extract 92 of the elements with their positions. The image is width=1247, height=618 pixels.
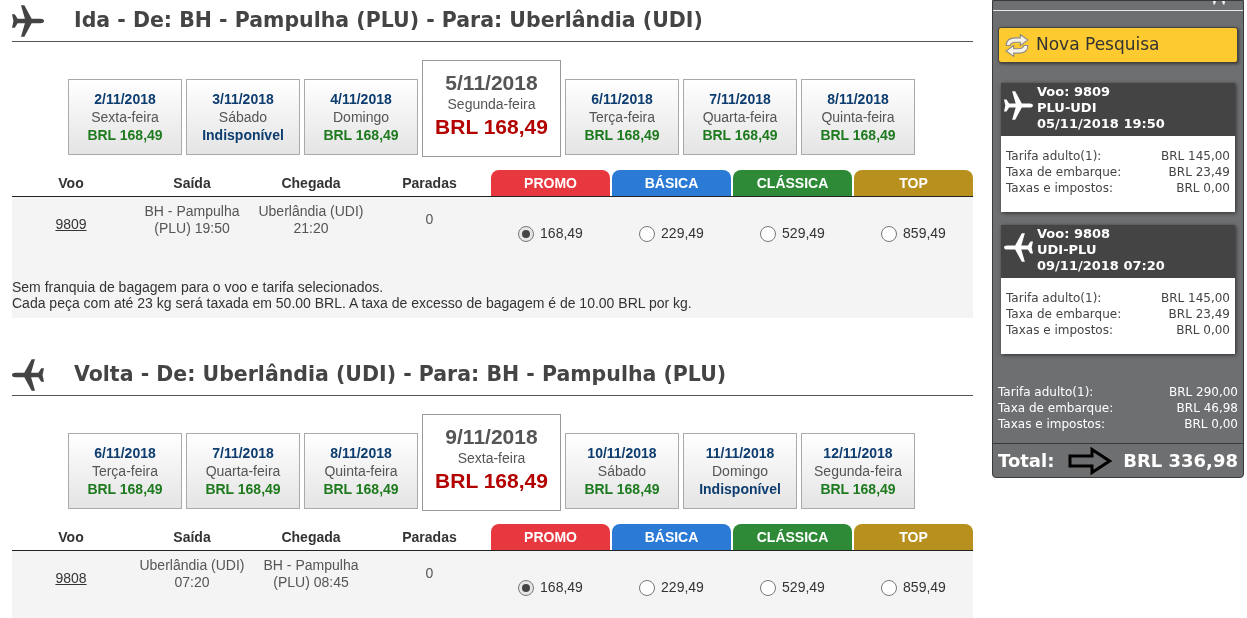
flight-route: UDI-PLU [1037,242,1098,258]
date-tab[interactable]: 9/11/2018 Sexta-feira BRL 168,49 [422,414,561,511]
fare-column-header: TOP [854,524,973,550]
fare-radio[interactable] [639,225,656,242]
fare-price: 168,49 [540,225,583,242]
date-tab[interactable]: 10/11/2018 Sábado BRL 168,49 [565,433,679,509]
date-tab[interactable]: 6/11/2018 Terça-feira BRL 168,49 [68,433,182,509]
fare-line-value: BRL 23,49 [1168,306,1230,322]
fare-radio[interactable] [881,225,898,242]
fare-line-value: BRL 0,00 [1176,180,1230,196]
fare-radio[interactable] [760,579,777,596]
column-header: Voo [57,527,85,547]
airplane-icon [1004,91,1033,120]
new-search-button[interactable]: Nova Pesquisa [998,27,1238,63]
fare-radio[interactable] [881,579,898,596]
fare-column-header: CLÁSSICA [733,170,852,196]
fare-column-header: CLÁSSICA [733,524,852,550]
fare-radio[interactable] [518,579,535,596]
date-tab[interactable]: 5/11/2018 Segunda-feira BRL 168,49 [422,60,561,157]
stops-cell-text: 0 [424,210,435,228]
fare-column-header: PROMO [491,170,610,196]
summary-label: Tarifa adulto(1): [998,384,1094,400]
fare-price: 529,49 [782,225,825,242]
fare-price: 859,49 [903,225,946,242]
total-value: BRL 336,98 [1123,449,1238,473]
summary-value: BRL 46,98 [1176,400,1238,416]
fare-price: 168,49 [540,579,583,596]
total-label: Total: [998,449,1055,473]
date-tab[interactable]: 4/11/2018 Domingo BRL 168,49 [304,79,418,155]
fare-line-label: Taxas e impostos: [1006,180,1113,196]
fare-radio[interactable] [518,225,535,242]
column-header: Saída [172,527,212,547]
date-tab[interactable]: 8/11/2018 Quinta-feira BRL 168,49 [304,433,418,509]
arrival-cell-text: BH - Pampulha (PLU) 08:45 [262,556,360,591]
column-header: Chegada [280,173,342,193]
baggage-note: Sem franquia de bagagem para o voo e tarifa selecionados. [12,279,385,295]
fare-line-label: Tarifa adulto(1): [1006,148,1102,164]
date-tab[interactable]: 12/11/2018 Segunda-feira BRL 168,49 [801,433,915,509]
date-tab[interactable]: 7/11/2018 Quarta-feira BRL 168,49 [186,433,300,509]
departure-cell-text: Uberlândia (UDI) 07:20 [138,556,246,591]
column-header: Chegada [280,527,342,547]
column-header: Paradas [401,527,458,547]
airplane-icon [12,358,44,391]
fare-price: 859,49 [903,579,946,596]
date-tab[interactable]: 2/11/2018 Sexta-feira BRL 168,49 [68,79,182,155]
fare-line-value: BRL 23,49 [1168,164,1230,180]
summary-label: Taxas e impostos: [998,416,1105,432]
column-header: Voo [57,173,85,193]
fare-line-value: BRL 145,00 [1160,148,1230,164]
flight-number-link[interactable]: 9809 [55,216,87,232]
flight-number: Voo: 9808 [1037,226,1112,242]
date-tab[interactable]: 8/11/2018 Quinta-feira BRL 168,49 [801,79,915,155]
fare-line-label: Tarifa adulto(1): [1006,290,1102,306]
stops-cell-text: 0 [424,564,435,582]
route-title: Volta - De: Uberlândia (UDI) - Para: BH - Pampulha (PLU) [74,361,727,389]
fare-line-label: Taxas e impostos: [1006,322,1113,338]
arrow-right-icon [1068,446,1113,475]
fare-price: 229,49 [661,225,704,242]
flight-number-link[interactable]: 9808 [55,570,87,586]
fare-line-value: BRL 145,00 [1160,290,1230,306]
fare-radio[interactable] [639,579,656,596]
date-tab[interactable]: 7/11/2018 Quarta-feira BRL 168,49 [683,79,797,155]
column-header: Saída [172,173,212,193]
arrival-cell-text: Uberlândia (UDI) 21:20 [257,202,365,237]
fare-column-header: PROMO [491,524,610,550]
fare-line-label: Taxa de embarque: [1006,306,1122,322]
fare-price: 229,49 [661,579,704,596]
summary-value: BRL 0,00 [1184,416,1238,432]
airplane-icon [1004,233,1033,262]
summary-label: Taxa de embarque: [998,400,1114,416]
partial-icon [1212,1,1226,5]
fare-column-header: TOP [854,170,973,196]
flight-number: Voo: 9809 [1037,84,1112,100]
summary-value: BRL 290,00 [1168,384,1238,400]
fare-line-value: BRL 0,00 [1176,322,1230,338]
flight-datetime: 05/11/2018 19:50 [1037,116,1165,132]
flight-datetime: 09/11/2018 07:20 [1037,258,1165,274]
fare-column-header: BÁSICA [612,524,731,550]
departure-cell-text: BH - Pampulha (PLU) 19:50 [143,202,241,237]
column-header: Paradas [401,173,458,193]
fare-line-label: Taxa de embarque: [1006,164,1122,180]
airplane-icon [12,4,44,37]
baggage-note: Cada peça com até 23 kg será taxada em 50.00 BRL. A taxa de excesso de bagagem é de 10.00 BRL por kg. [12,295,693,311]
refresh-icon [1005,33,1029,57]
route-title: Ida - De: BH - Pampulha (PLU) - Para: Uberlândia (UDI) [74,7,703,35]
date-tab[interactable]: 11/11/2018 Domingo Indisponível [683,433,797,509]
fare-price: 529,49 [782,579,825,596]
fare-column-header: BÁSICA [612,170,731,196]
flight-route: PLU-UDI [1037,100,1098,116]
fare-radio[interactable] [760,225,777,242]
date-tab[interactable]: 6/11/2018 Terça-feira BRL 168,49 [565,79,679,155]
date-tab[interactable]: 3/11/2018 Sábado Indisponível [186,79,300,155]
